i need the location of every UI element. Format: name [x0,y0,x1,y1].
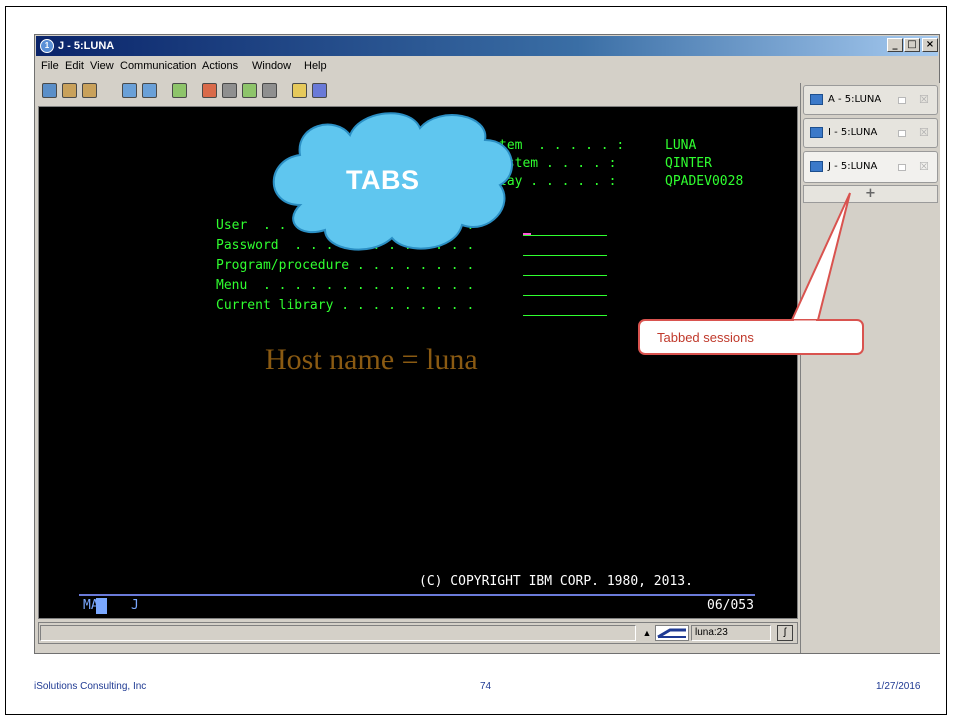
footer-page-number: 74 [480,681,492,692]
footer-date: 1/27/2016 [876,681,921,692]
tabs-cloud-label: TABS [346,165,420,195]
tabs-cloud [272,112,513,251]
footer-company: iSolutions Consulting, Inc [34,681,147,692]
